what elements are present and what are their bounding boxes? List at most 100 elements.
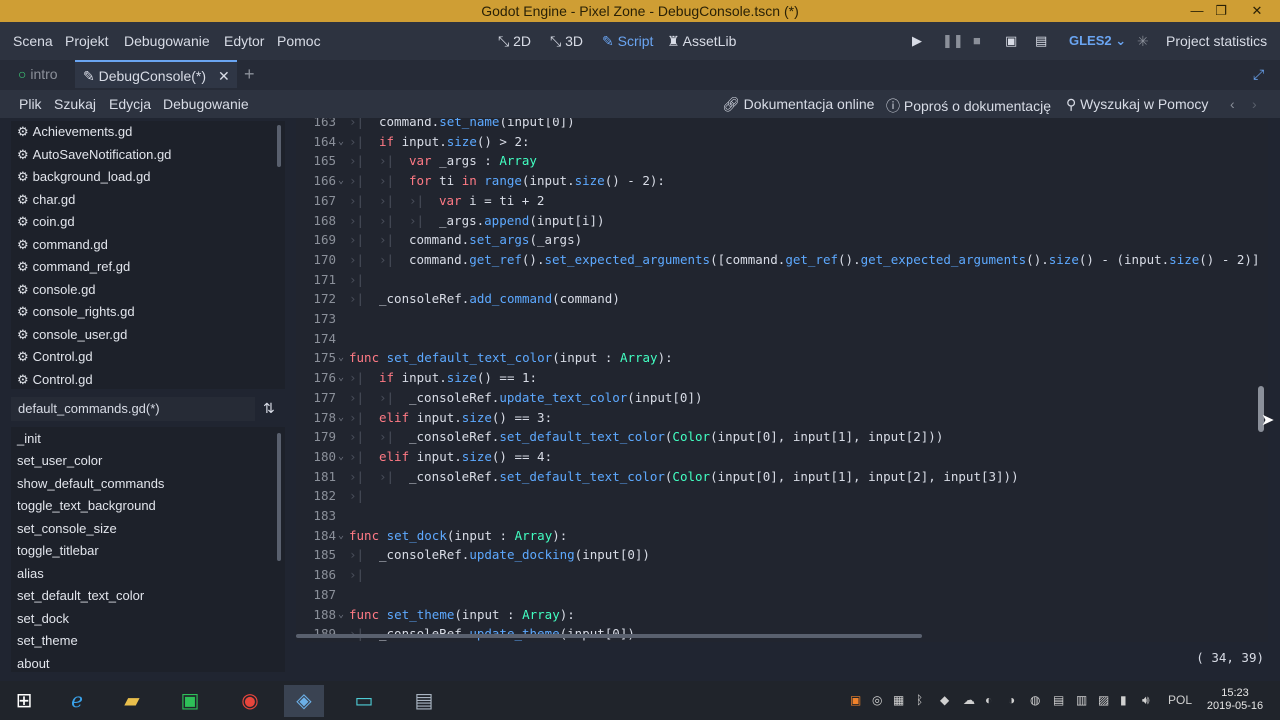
list-item[interactable]: set_dock <box>17 611 69 626</box>
editor-horizontal-scrollbar[interactable] <box>296 634 922 638</box>
online-docs-button[interactable]: 🔗︎ Dokumentacja online <box>722 96 874 113</box>
workspace-2d-button[interactable]: ⤡ 2D <box>498 33 531 50</box>
code-line[interactable]: 181 ›| ›| _consoleRef.set_default_text_colo… <box>296 467 1268 487</box>
request-docs-button[interactable]: ⓘ Poproś o dokumentację <box>886 96 1051 116</box>
list-item[interactable]: ⚙ Control.gd <box>17 349 93 365</box>
menu-scena[interactable]: Scena <box>13 33 53 49</box>
bluetooth-icon[interactable]: ᛒ <box>916 693 923 707</box>
list-item[interactable]: ⚙ console_user.gd <box>17 327 127 343</box>
internet-explorer-icon[interactable]: ℯ <box>57 685 97 717</box>
menu-script-debugowanie[interactable]: Debugowanie <box>163 96 249 112</box>
input-language[interactable]: POL <box>1168 693 1192 707</box>
play-scene-icon[interactable]: ▣ <box>1005 33 1017 49</box>
list-item[interactable]: ⚙ Achievements.gd <box>17 124 132 140</box>
code-line[interactable]: 171 ›| <box>296 270 1268 290</box>
code-line[interactable]: 184 ⌄ func set_dock(input : Array): <box>296 526 1268 546</box>
fold-arrow-icon[interactable]: ⌄ <box>338 408 344 428</box>
tray-app-icon[interactable]: ◆ <box>940 693 949 707</box>
tab-intro[interactable]: ○ intro <box>18 60 58 88</box>
code-line[interactable]: 186 ›| <box>296 565 1268 585</box>
list-item[interactable]: toggle_titlebar <box>17 543 99 558</box>
tray-app-icon[interactable]: ◑ <box>1008 693 1015 707</box>
wifi-icon[interactable]: ▮ <box>1120 693 1127 707</box>
fold-arrow-icon[interactable]: ⌄ <box>338 171 344 191</box>
code-line[interactable]: 179 ›| ›| _consoleRef.set_default_text_colo… <box>296 427 1268 447</box>
workspace-script-button[interactable]: ✎ Script <box>602 33 653 50</box>
history-forward-icon[interactable]: › <box>1252 96 1257 112</box>
list-item[interactable]: ⚙ command.gd <box>17 237 108 253</box>
list-item[interactable]: ⚙ console.gd <box>17 282 96 298</box>
menu-debugowanie[interactable]: Debugowanie <box>124 33 210 49</box>
code-line[interactable]: 169 ›| ›| command.set_args(_args) <box>296 230 1268 250</box>
code-line[interactable]: 170 ›| ›| command.get_ref().set_expected_ar… <box>296 250 1268 270</box>
list-item[interactable]: set_console_size <box>17 521 117 536</box>
fold-arrow-icon[interactable]: ⌄ <box>338 132 344 152</box>
list-item[interactable]: set_default_text_color <box>17 588 144 603</box>
tray-network-icon[interactable]: ◎ <box>872 693 882 707</box>
stop-icon[interactable]: ■ <box>973 33 981 48</box>
list-item[interactable]: ⚙ coin.gd <box>17 214 75 230</box>
tray-app-icon[interactable]: ▤ <box>1053 693 1064 707</box>
app-window-icon[interactable]: ▤ <box>404 685 444 717</box>
add-tab-icon[interactable]: + <box>244 60 255 88</box>
list-item[interactable]: _init <box>17 431 41 446</box>
list-item[interactable]: ⚙ Control.gd <box>17 372 93 388</box>
menu-edycja[interactable]: Edycja <box>109 96 151 112</box>
code-line[interactable]: 175 ⌄ func set_default_text_color(input : … <box>296 348 1268 368</box>
steam-icon[interactable]: ◍ <box>1030 693 1040 707</box>
menu-plik[interactable]: Plik <box>19 96 42 112</box>
list-item[interactable]: toggle_text_background <box>17 498 156 513</box>
list-item[interactable]: ⚙ background_load.gd <box>17 169 150 185</box>
cloud-icon[interactable]: ☁ <box>963 693 975 707</box>
code-line[interactable]: 173 <box>296 309 1268 329</box>
code-line[interactable]: 182 ›| <box>296 486 1268 506</box>
pause-icon[interactable]: ❚❚ <box>942 33 964 49</box>
menu-szukaj[interactable]: Szukaj <box>54 96 96 112</box>
code-line[interactable]: 188 ⌄ func set_theme(input : Array): <box>296 605 1268 625</box>
code-line[interactable]: 164 ⌄ ›| if input.size() > 2: <box>296 132 1268 152</box>
code-line[interactable]: 163 ›| command.set_name(input[0]) <box>296 118 1268 132</box>
play-icon[interactable]: ▶ <box>912 33 922 49</box>
code-line[interactable]: 166 ⌄ ›| ›| for ti in range(input.size() - 2… <box>296 171 1268 191</box>
list-item[interactable]: ⚙ console_rights.gd <box>17 304 135 320</box>
close-tab-icon[interactable]: ✕ <box>218 62 230 90</box>
list-item[interactable]: ⚙ command_ref.gd <box>17 259 130 275</box>
close-window-button[interactable]: ✕ <box>1243 0 1271 22</box>
clock[interactable]: 15:23 2019-05-16 <box>1205 687 1265 713</box>
method-list-scrollbar[interactable] <box>277 433 281 561</box>
fold-arrow-icon[interactable]: ⌄ <box>338 368 344 388</box>
code-line[interactable]: 177 ›| ›| _consoleRef.update_text_color(inp… <box>296 388 1268 408</box>
list-item[interactable]: ⚙ AutoSaveNotification.gd <box>17 147 171 163</box>
file-list-scrollbar[interactable] <box>277 125 281 167</box>
maximize-button[interactable]: ❐ <box>1207 0 1235 22</box>
fold-arrow-icon[interactable]: ⌄ <box>338 605 344 625</box>
godot-icon[interactable]: ◈ <box>284 685 324 717</box>
code-line[interactable]: 176 ⌄ ›| if input.size() == 1: <box>296 368 1268 388</box>
tray-app-icon[interactable]: ◐ <box>985 693 992 707</box>
list-item[interactable]: alias <box>17 566 44 581</box>
code-line[interactable]: 183 <box>296 506 1268 526</box>
history-back-icon[interactable]: ‹ <box>1230 96 1235 112</box>
code-line[interactable]: 187 <box>296 585 1268 605</box>
volume-icon[interactable]: 🔊︎ <box>1142 693 1150 708</box>
menu-edytor[interactable]: Edytor <box>224 33 264 49</box>
code-line[interactable]: 180 ⌄ ›| elif input.size() == 4: <box>296 447 1268 467</box>
fold-arrow-icon[interactable]: ⌄ <box>338 348 344 368</box>
code-line[interactable]: 174 <box>296 329 1268 349</box>
workspace-assetlib-button[interactable]: ♜ AssetLib <box>667 33 736 50</box>
menu-pomoc[interactable]: Pomoc <box>277 33 321 49</box>
tray-app-icon[interactable]: ▣ <box>850 693 861 707</box>
fold-arrow-icon[interactable]: ⌄ <box>338 526 344 546</box>
distraction-free-icon[interactable]: ⤢ <box>1253 60 1264 88</box>
screen-recorder-icon[interactable]: ▭ <box>344 685 384 717</box>
tray-app-icon[interactable]: ▥ <box>1076 693 1087 707</box>
current-script-field[interactable]: default_commands.gd(*) <box>11 397 255 421</box>
code-line[interactable]: 165 ›| ›| var _args : Array <box>296 151 1268 171</box>
list-item[interactable]: ⚙ char.gd <box>17 192 75 208</box>
start-windows-icon[interactable]: ⊞ <box>4 685 44 717</box>
file-explorer-icon[interactable]: ▰ <box>112 685 152 717</box>
code-line[interactable]: 172 ›| _consoleRef.add_command(command) <box>296 289 1268 309</box>
store-icon[interactable]: ▣ <box>170 685 210 717</box>
code-line[interactable]: 178 ⌄ ›| elif input.size() == 3: <box>296 408 1268 428</box>
tray-app-icon[interactable]: ▨ <box>1098 693 1109 707</box>
